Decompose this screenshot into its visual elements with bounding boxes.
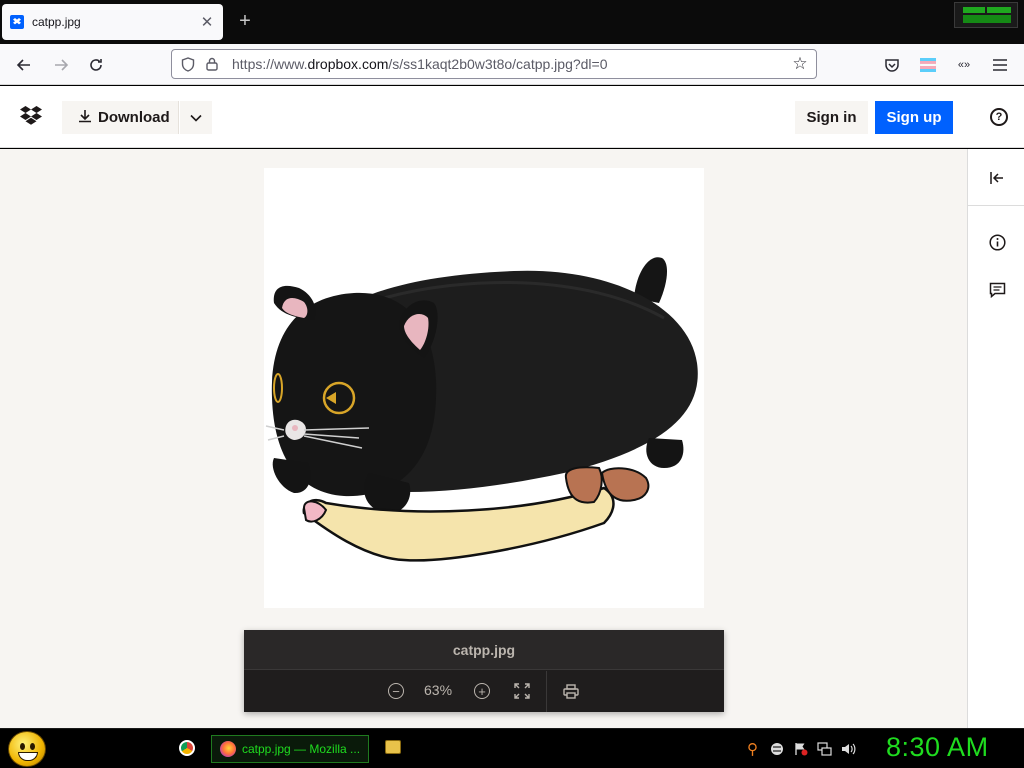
tab-strip: catpp.jpg ✕ + bbox=[0, 0, 1024, 44]
image-preview[interactable] bbox=[264, 168, 704, 608]
url-bar[interactable]: https://www.dropbox.com/s/ss1kaqt2b0w3t8… bbox=[171, 49, 817, 79]
dropbox-logo-icon[interactable] bbox=[20, 106, 42, 126]
download-icon bbox=[78, 109, 92, 127]
help-icon[interactable]: ? bbox=[990, 108, 1008, 126]
firefox-icon bbox=[220, 741, 236, 757]
info-icon[interactable] bbox=[986, 231, 1008, 253]
collapse-panel-icon[interactable] bbox=[986, 167, 1008, 189]
shield-icon[interactable] bbox=[180, 56, 196, 72]
download-label: Download bbox=[98, 109, 170, 126]
zoom-out-icon[interactable]: − bbox=[388, 683, 404, 699]
side-panel bbox=[967, 149, 1024, 728]
url-text[interactable]: https://www.dropbox.com/s/ss1kaqt2b0w3t8… bbox=[232, 56, 790, 72]
cat-plush-image bbox=[265, 257, 698, 562]
back-icon[interactable] bbox=[11, 52, 37, 78]
extension-icon[interactable]: «» bbox=[953, 54, 975, 76]
chevron-down-icon bbox=[190, 114, 202, 122]
start-button[interactable] bbox=[8, 731, 46, 767]
taskbar: catpp.jpg — Mozilla ... ⚲ 8:30 AM bbox=[0, 728, 1024, 768]
viewer-separator bbox=[546, 671, 547, 712]
menu-icon[interactable] bbox=[989, 54, 1011, 76]
download-options-button[interactable] bbox=[180, 101, 212, 134]
tab-title: catpp.jpg bbox=[32, 15, 81, 29]
pocket-icon[interactable] bbox=[881, 54, 903, 76]
clock[interactable]: 8:30 AM bbox=[886, 732, 989, 763]
dropbox-header: Download Sign in Sign up ? bbox=[0, 86, 1024, 148]
language-tray-icon[interactable] bbox=[769, 741, 784, 756]
chrome-taskbar-icon[interactable] bbox=[179, 740, 195, 756]
preview-area: catpp.jpg − 63% + bbox=[0, 149, 967, 728]
folder-taskbar-icon[interactable] bbox=[385, 740, 401, 754]
reload-icon[interactable] bbox=[83, 52, 109, 78]
comment-icon[interactable] bbox=[986, 279, 1008, 301]
desktop-gadget bbox=[954, 2, 1018, 28]
fullscreen-icon[interactable] bbox=[512, 681, 532, 701]
file-name: catpp.jpg bbox=[244, 630, 724, 670]
viewer-controls: − 63% + bbox=[244, 671, 724, 712]
zoom-level: 63% bbox=[424, 682, 453, 698]
zoom-in-icon[interactable]: + bbox=[474, 683, 490, 699]
new-tab-button[interactable]: + bbox=[236, 11, 254, 31]
dropbox-favicon-icon bbox=[10, 15, 24, 29]
side-divider bbox=[968, 205, 1024, 206]
lock-icon[interactable] bbox=[204, 56, 220, 72]
forward-icon[interactable] bbox=[48, 52, 74, 78]
search-tray-icon[interactable]: ⚲ bbox=[745, 741, 760, 758]
action-center-flag-icon[interactable] bbox=[793, 741, 808, 756]
viewer-toolbar: catpp.jpg − 63% + bbox=[244, 630, 724, 712]
extension-flag-icon[interactable] bbox=[917, 54, 939, 76]
sign-in-button[interactable]: Sign in bbox=[795, 101, 868, 134]
volume-tray-icon[interactable] bbox=[841, 741, 856, 756]
browser-tab[interactable]: catpp.jpg ✕ bbox=[2, 4, 223, 40]
sign-up-button[interactable]: Sign up bbox=[875, 101, 953, 134]
navigation-bar: https://www.dropbox.com/s/ss1kaqt2b0w3t8… bbox=[0, 44, 1024, 85]
firefox-taskbar-button[interactable]: catpp.jpg — Mozilla ... bbox=[211, 735, 369, 763]
firefox-taskbar-label: catpp.jpg — Mozilla ... bbox=[242, 742, 361, 756]
print-icon[interactable] bbox=[561, 681, 581, 701]
network-tray-icon[interactable] bbox=[817, 741, 832, 756]
close-tab-icon[interactable]: ✕ bbox=[199, 13, 215, 31]
bookmark-star-icon[interactable]: ☆ bbox=[790, 54, 810, 74]
download-button[interactable]: Download bbox=[62, 101, 179, 134]
